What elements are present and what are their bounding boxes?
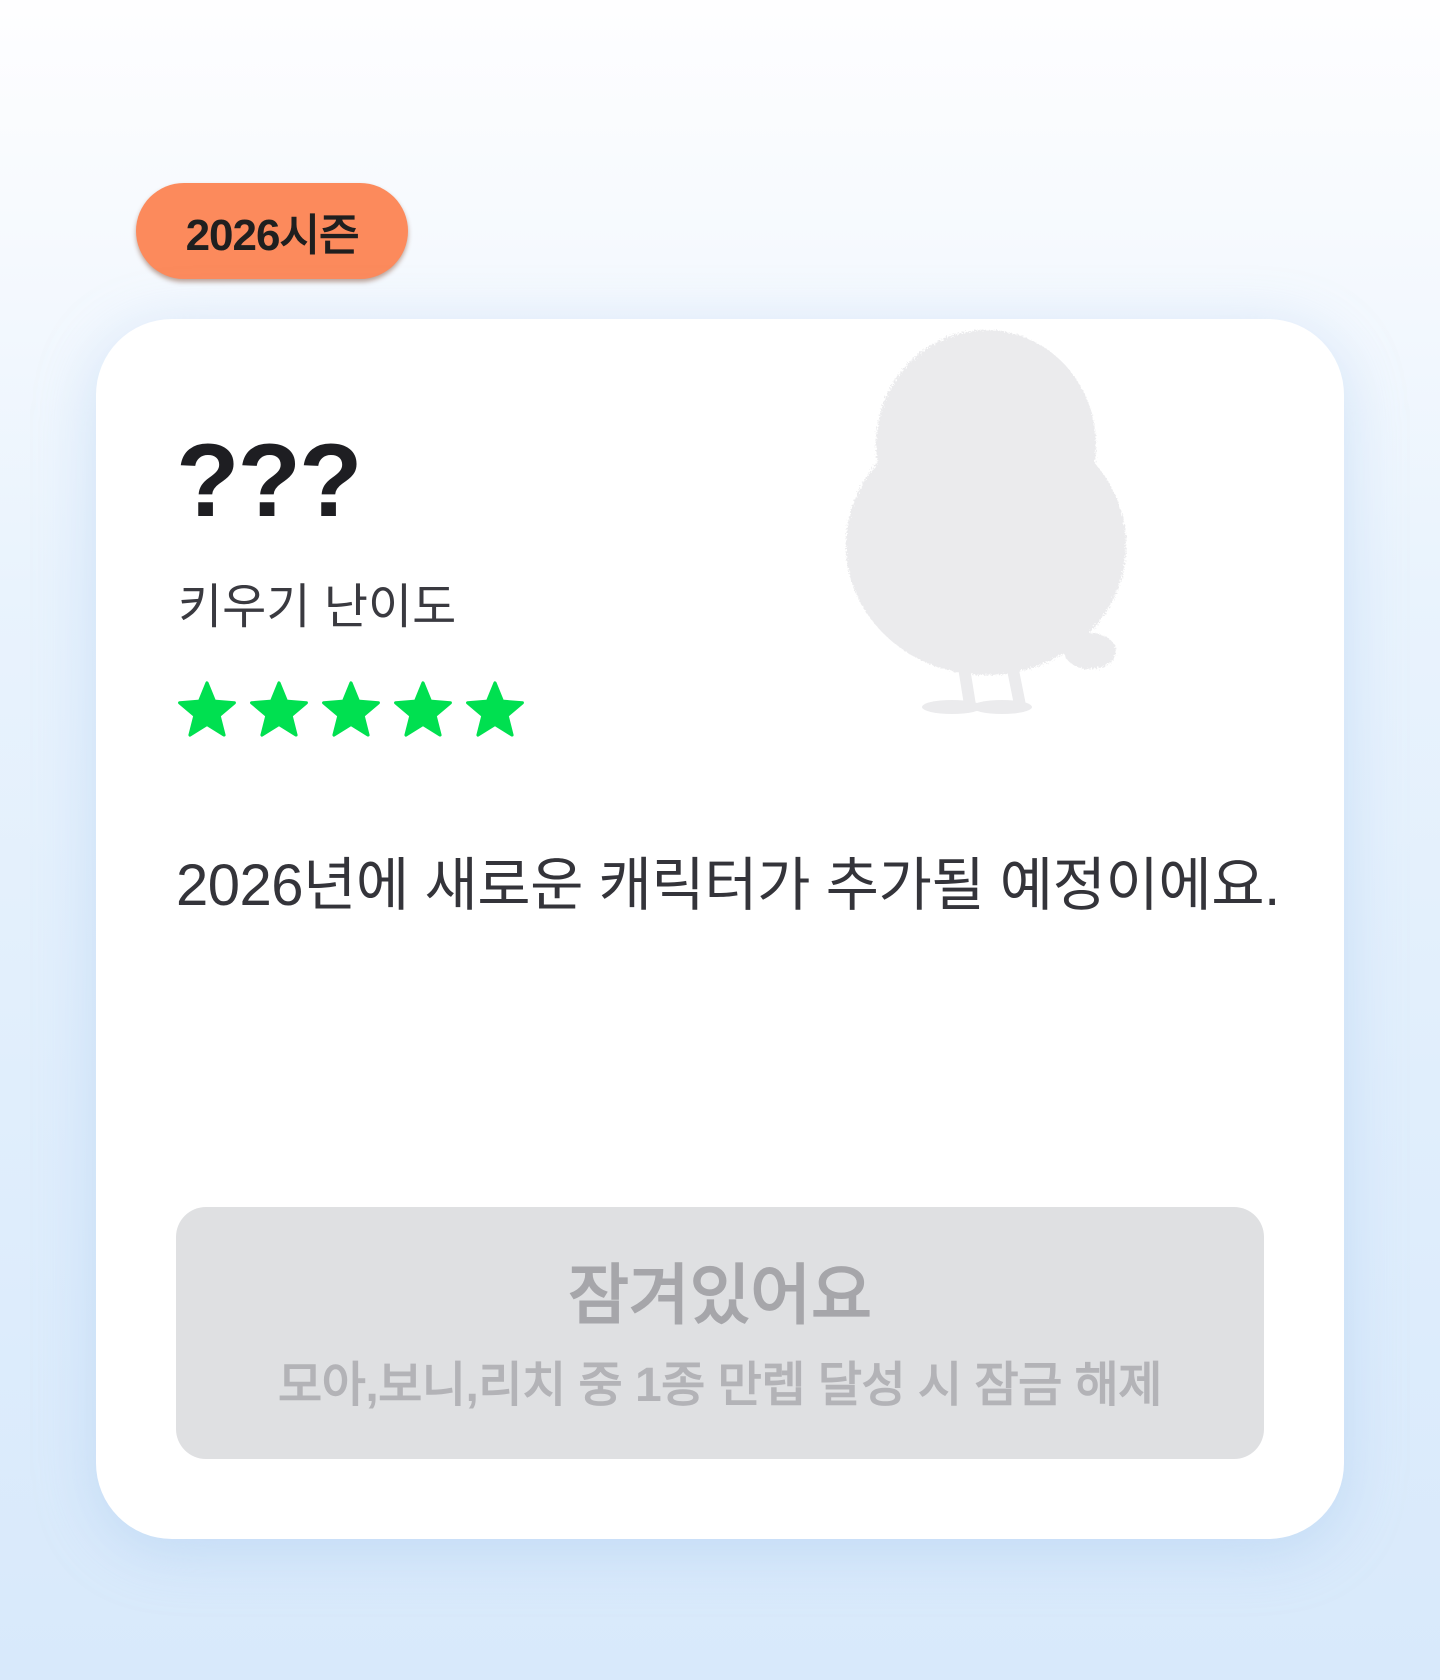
star-icon <box>322 681 380 737</box>
character-name: ??? <box>176 423 363 539</box>
season-badge: 2026시즌 <box>136 183 408 279</box>
difficulty-rating <box>176 679 526 741</box>
locked-character-silhouette <box>846 330 1126 714</box>
unlock-condition-text: 모아,보니,리치 중 1종 만렙 달성 시 잠금 해제 <box>278 1359 1162 1412</box>
character-description: 2026년에 새로운 캐릭터가 추가될 예정이에요. <box>176 853 1280 918</box>
difficulty-label: 키우기 난이도 <box>178 581 457 634</box>
star-icon <box>394 681 452 737</box>
character-card: ??? 키우기 난이도 2026년에 새로운 캐릭터가 추가될 예정이에요. 잠… <box>96 319 1344 1539</box>
locked-button-title: 잠겨있어요 <box>568 1258 872 1332</box>
star-icon <box>250 681 308 737</box>
locked-button[interactable]: 잠겨있어요 모아,보니,리치 중 1종 만렙 달성 시 잠금 해제 <box>176 1207 1264 1459</box>
star-icon <box>466 681 524 737</box>
star-icon <box>178 681 236 737</box>
